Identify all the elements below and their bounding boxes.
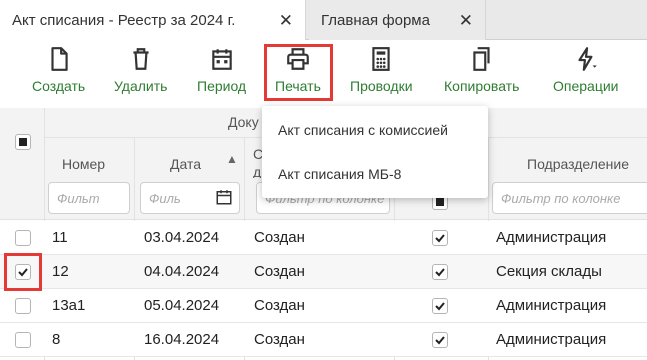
column-header-number[interactable]: Номер [62, 156, 105, 172]
cell-date: 04.04.2024 [144, 263, 220, 280]
cell-department: Секция склады [496, 263, 602, 280]
cell-department: Администрация [496, 297, 607, 314]
table-row[interactable]: 8 16.04.2024 Создан Администрация [0, 323, 647, 357]
cell-flag-checkbox[interactable] [432, 230, 448, 246]
new-document-icon [51, 47, 68, 71]
cell-number: 12 [52, 263, 69, 280]
cell-status: Создан [254, 263, 305, 280]
cell-date: 05.04.2024 [144, 297, 220, 314]
cell-status: Создан [254, 297, 305, 314]
tab-bar: Акт списания - Реестр за 2024 г. ✕ Главн… [0, 0, 647, 40]
period-button[interactable]: Период [197, 46, 246, 94]
select-all-header [0, 108, 44, 220]
calculator-icon [372, 47, 390, 71]
number-filter-input[interactable]: Фильт [48, 182, 130, 214]
sort-ascending-icon[interactable]: ▲ [226, 152, 238, 166]
row-select-checkbox[interactable] [15, 230, 31, 246]
table-row[interactable]: 13а1 05.04.2024 Создан Администрация [0, 289, 647, 323]
print-menu: Акт списания с комиссией Акт списания МБ… [262, 106, 488, 198]
operations-button[interactable]: Операции [553, 46, 619, 94]
table-row[interactable]: 11 03.04.2024 Создан Администрация [0, 221, 647, 255]
tab-main-form[interactable]: Главная форма ✕ [309, 0, 486, 40]
cell-department: Администрация [496, 229, 607, 246]
cell-department: Администрация [496, 331, 607, 348]
tab-label: Главная форма [321, 11, 430, 29]
row-checkbox-highlight [4, 253, 42, 291]
select-all-checkbox[interactable] [15, 134, 31, 150]
copy-icon [473, 47, 490, 71]
cell-status: Создан [254, 331, 305, 348]
cell-flag-checkbox[interactable] [432, 298, 448, 314]
print-button-highlight [264, 44, 333, 101]
cell-number: 8 [52, 331, 61, 348]
cell-flag-checkbox[interactable] [432, 264, 448, 280]
print-menu-item[interactable]: Акт списания МБ-8 [278, 166, 401, 182]
cell-status: Создан [254, 229, 305, 246]
date-filter-input[interactable]: Филь [140, 182, 240, 214]
create-button[interactable]: Создать [32, 46, 85, 94]
calendar-icon[interactable] [215, 188, 233, 209]
close-icon[interactable]: ✕ [459, 11, 473, 31]
cell-date: 16.04.2024 [144, 331, 220, 348]
delete-button[interactable]: Удалить [114, 46, 167, 94]
cell-flag-checkbox[interactable] [432, 332, 448, 348]
table-row[interactable]: 12 04.04.2024 Создан Секция склады [0, 255, 647, 289]
row-select-checkbox[interactable] [15, 298, 31, 314]
cell-number: 11 [52, 229, 68, 246]
cell-number: 13а1 [52, 297, 86, 314]
calendar-icon [211, 49, 232, 70]
tab-write-off-registry[interactable]: Акт списания - Реестр за 2024 г. ✕ [0, 0, 306, 40]
row-select-checkbox[interactable] [15, 332, 31, 348]
trash-icon [133, 48, 149, 70]
tab-label: Акт списания - Реестр за 2024 г. [12, 11, 236, 29]
column-header-date[interactable]: Дата [170, 156, 201, 172]
lightning-icon [578, 47, 597, 71]
department-filter-input[interactable]: Фильтр по колонке [492, 182, 647, 214]
cell-date: 03.04.2024 [144, 229, 220, 246]
copy-button[interactable]: Копировать [444, 46, 519, 94]
postings-button[interactable]: Проводки [350, 46, 413, 94]
close-icon[interactable]: ✕ [279, 11, 293, 31]
column-header-department[interactable]: Подразделение [527, 156, 629, 172]
print-menu-item[interactable]: Акт списания с комиссией [278, 122, 448, 138]
